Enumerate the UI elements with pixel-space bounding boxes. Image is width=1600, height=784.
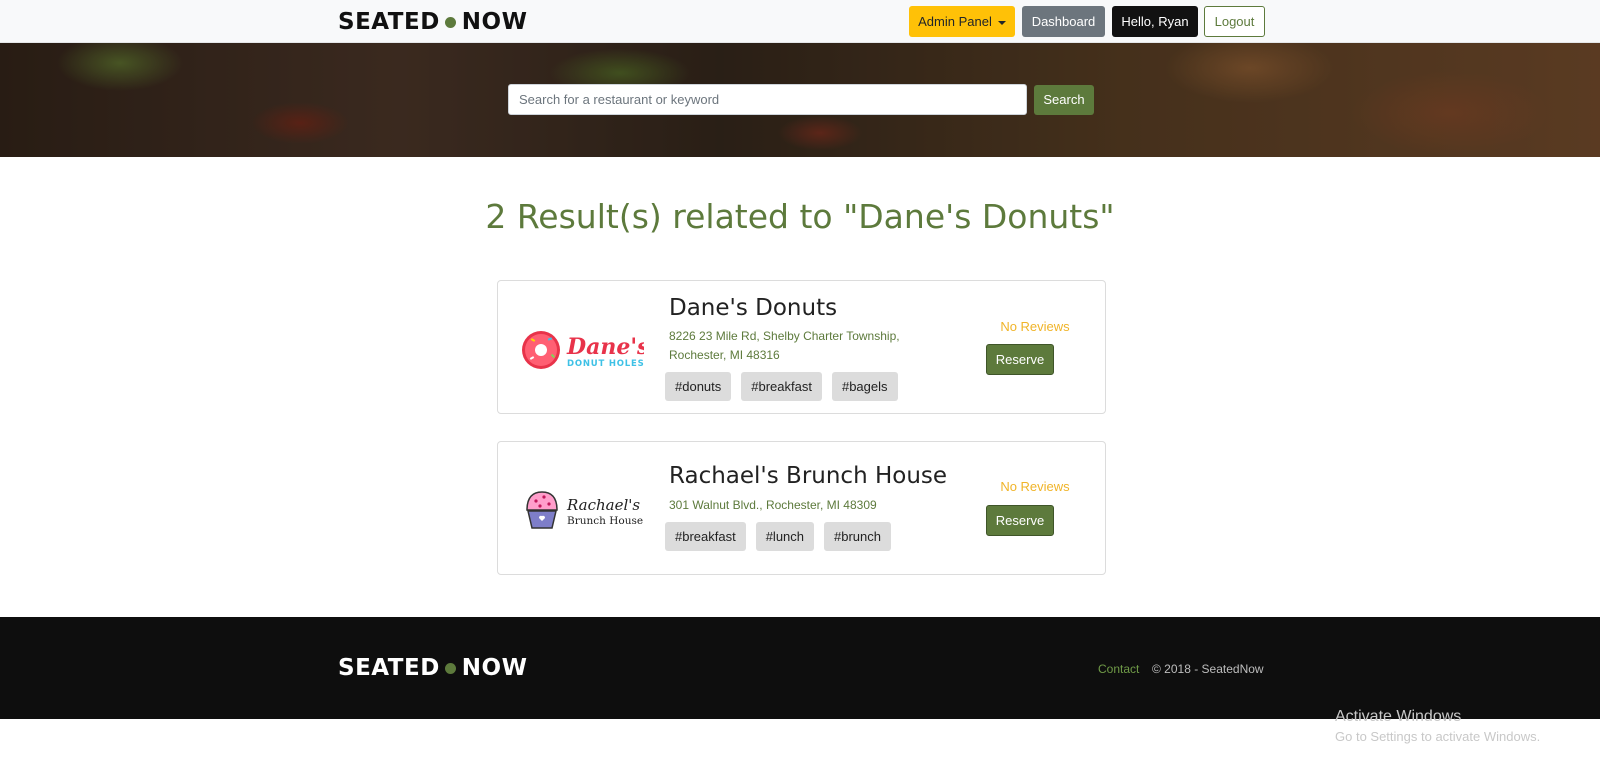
- address-line-1: 301 Walnut Blvd., Rochester, MI 48309: [669, 498, 877, 512]
- reviews-status: No Reviews: [1000, 479, 1070, 494]
- restaurant-name[interactable]: Rachael's Brunch House: [669, 463, 947, 489]
- address-line-1: 8226 23 Mile Rd, Shelby Charter Township…: [669, 329, 900, 343]
- dashboard-button[interactable]: Dashboard: [1022, 6, 1105, 37]
- tag-breakfast[interactable]: #breakfast: [741, 372, 822, 401]
- restaurant-name[interactable]: Dane's Donuts: [669, 295, 837, 321]
- reserve-button[interactable]: Reserve: [986, 344, 1054, 375]
- footer-brand-logo[interactable]: SEATED NOW: [338, 655, 527, 681]
- activate-windows-title: Activate Windows: [1335, 708, 1462, 725]
- search-input[interactable]: [508, 84, 1027, 115]
- footer-brand-dot-icon: [444, 662, 456, 674]
- restaurant-card: Rachael's Brunch House Rachael's Brunch …: [497, 441, 1106, 575]
- site-footer: SEATED NOW Contact © 2018 - SeatedNow: [0, 617, 1600, 719]
- brand-dot-icon: [444, 16, 456, 28]
- rachaels-logo-sub-text: Brunch House: [567, 515, 643, 527]
- brand-text-left: SEATED: [338, 9, 440, 35]
- tag-list: #breakfast #lunch #brunch: [665, 522, 891, 551]
- brand-logo[interactable]: SEATED NOW: [338, 9, 527, 35]
- danes-logo-sub-text: DONUT HOLES: [567, 359, 644, 369]
- restaurant-address: 8226 23 Mile Rd, Shelby Charter Township…: [669, 327, 919, 365]
- activate-windows-subtitle: Go to Settings to activate Windows.: [1335, 729, 1541, 744]
- danes-donuts-logo: Dane's DONUT HOLES: [522, 331, 644, 369]
- logout-button[interactable]: Logout: [1204, 6, 1265, 37]
- reserve-button[interactable]: Reserve: [986, 505, 1054, 536]
- top-navbar: SEATED NOW Admin Panel Dashboard Hello, …: [0, 0, 1600, 43]
- rachaels-logo-main-text: Rachael's: [566, 496, 640, 514]
- footer-brand-text-right: NOW: [461, 655, 528, 681]
- address-line-2: Rochester, MI 48316: [669, 348, 780, 362]
- footer-copyright: © 2018 - SeatedNow: [1152, 662, 1264, 676]
- admin-panel-label: Admin Panel: [918, 14, 992, 29]
- tag-list: #donuts #breakfast #bagels: [665, 372, 898, 401]
- tag-lunch[interactable]: #lunch: [755, 522, 815, 551]
- restaurant-address: 301 Walnut Blvd., Rochester, MI 48309: [669, 496, 919, 515]
- footer-brand-text-left: SEATED: [338, 655, 440, 681]
- admin-panel-dropdown-button[interactable]: Admin Panel: [909, 6, 1015, 37]
- tag-breakfast[interactable]: #breakfast: [665, 522, 746, 551]
- restaurant-card: Dane's DONUT HOLES Dane's Donuts 8226 23…: [497, 280, 1106, 414]
- search-button[interactable]: Search: [1034, 85, 1094, 115]
- user-greeting-button[interactable]: Hello, Ryan: [1112, 6, 1198, 37]
- tag-bagels[interactable]: #bagels: [831, 372, 898, 401]
- results-heading: 2 Result(s) related to "Dane's Donuts": [485, 197, 1115, 236]
- danes-logo-main-text: Dane's: [566, 334, 644, 360]
- caret-down-icon: [997, 20, 1006, 25]
- rachaels-brunch-house-logo: Rachael's Brunch House: [526, 491, 643, 529]
- tag-brunch[interactable]: #brunch: [824, 522, 891, 551]
- footer-contact-link[interactable]: Contact: [1098, 662, 1139, 676]
- tag-donuts[interactable]: #donuts: [665, 372, 732, 401]
- brand-text-right: NOW: [461, 9, 528, 35]
- reviews-status: No Reviews: [1000, 319, 1070, 334]
